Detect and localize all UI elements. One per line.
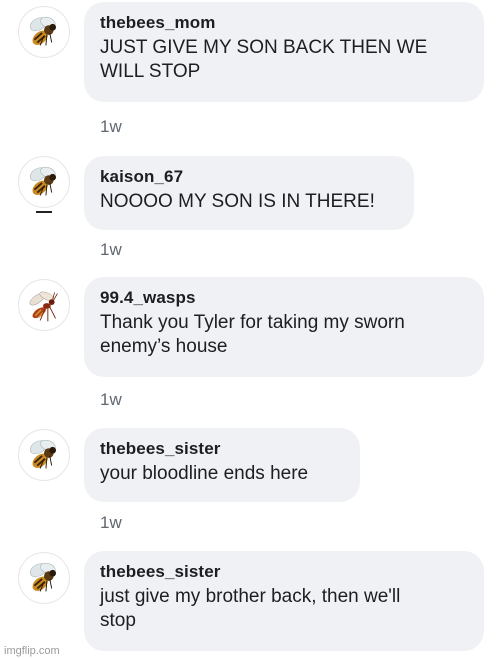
comment-timestamp[interactable]: 1w [100, 240, 122, 260]
avatar-status-dash [36, 211, 52, 213]
comment-timestamp[interactable]: 1w [100, 117, 122, 137]
comment-username[interactable]: kaison_67 [100, 166, 398, 188]
bee-icon [29, 439, 57, 469]
comment-text: JUST GIVE MY SON BACK THEN WE WILL STOP [100, 37, 428, 82]
avatar[interactable] [18, 279, 70, 331]
bee-icon [29, 16, 57, 46]
comment-username[interactable]: thebees_sister [100, 561, 468, 583]
avatar[interactable] [18, 429, 70, 481]
comment-text: NOOOO MY SON IS IN THERE! [100, 191, 375, 212]
comment-timestamp[interactable]: 1w [100, 513, 122, 533]
comment-username[interactable]: 99.4_wasps [100, 287, 468, 309]
comment-username[interactable]: thebees_sister [100, 438, 344, 460]
comment-text: your bloodline ends here [100, 463, 309, 484]
comment-bubble: thebees_sister your bloodline ends here [84, 428, 360, 502]
comment-bubble: thebees_sister just give my brother back… [84, 551, 484, 651]
comment-bubble: thebees_mom JUST GIVE MY SON BACK THEN W… [84, 2, 484, 102]
avatar[interactable] [18, 552, 70, 604]
comment-username[interactable]: thebees_mom [100, 12, 468, 34]
comment-bubble: kaison_67 NOOOO MY SON IS IN THERE! [84, 156, 414, 230]
comment-timestamp[interactable]: 1w [100, 390, 122, 410]
comment-text: Thank you Tyler for taking my sworn enem… [100, 312, 405, 357]
comment-text: just give my brother back, then we'll st… [100, 586, 401, 631]
comment-bubble: 99.4_wasps Thank you Tyler for taking my… [84, 277, 484, 377]
watermark: imgflip.com [4, 645, 60, 657]
avatar[interactable] [18, 6, 70, 58]
wasp-icon [29, 291, 58, 322]
bee-icon [29, 166, 57, 196]
bee-icon [29, 562, 57, 592]
avatar[interactable] [18, 156, 70, 208]
